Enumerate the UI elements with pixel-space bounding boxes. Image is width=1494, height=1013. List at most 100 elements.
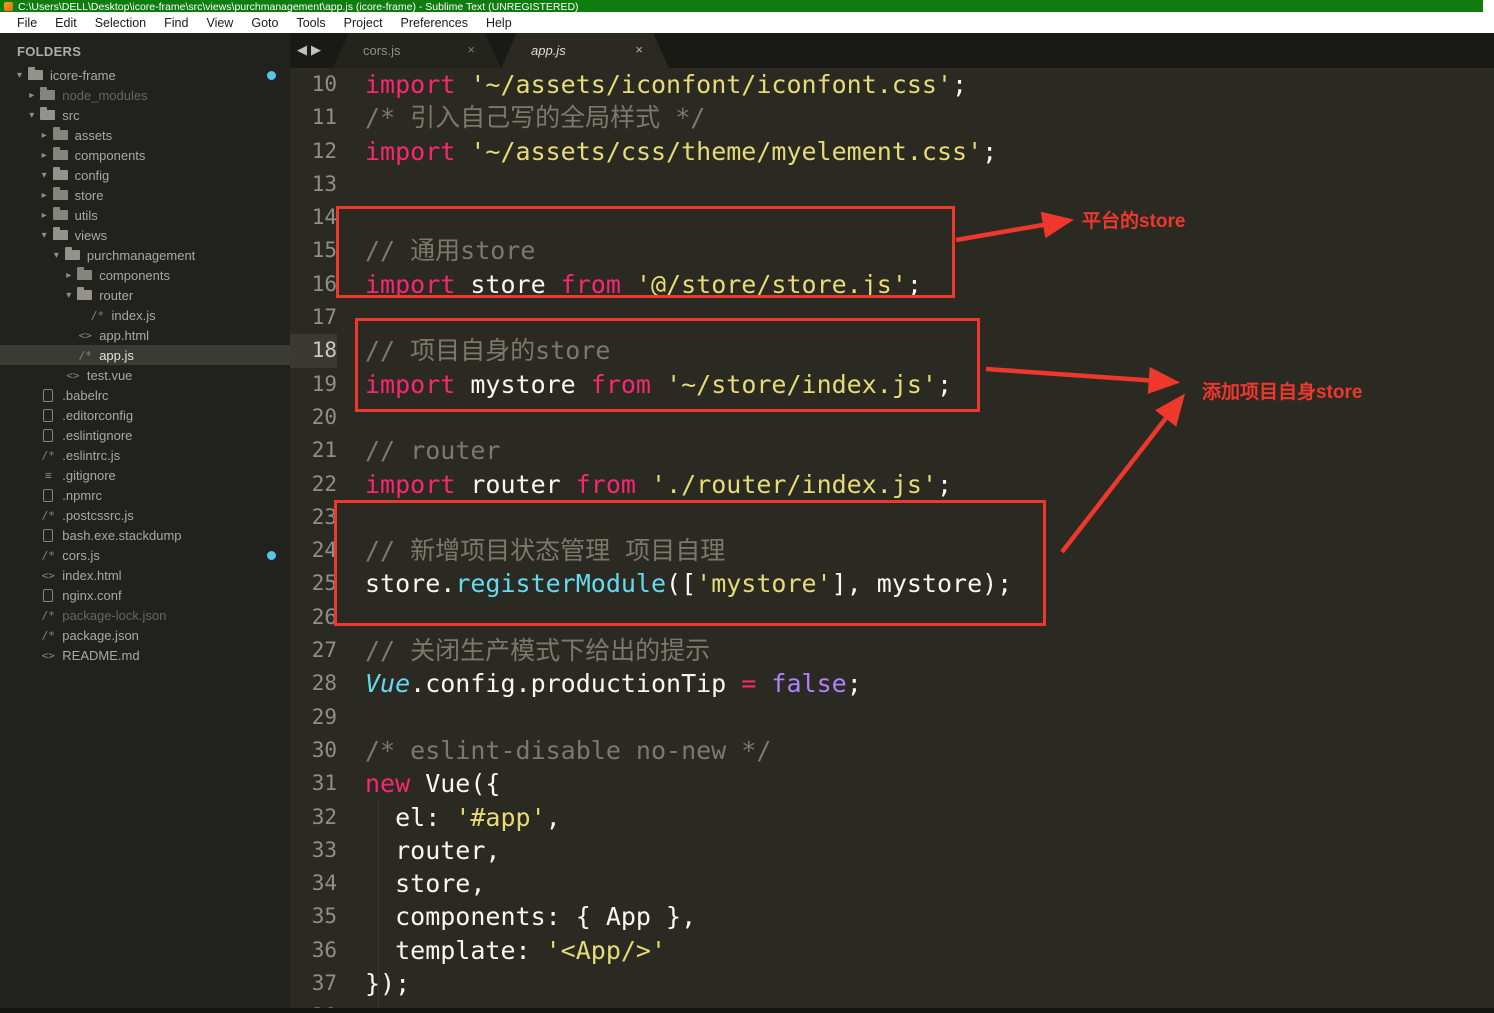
chevron-right-icon: ▸ [66, 270, 77, 281]
sidebar-item-bash-exe-stackdump[interactable]: bash.exe.stackdump [0, 525, 290, 545]
sidebar-item-purchmanagement[interactable]: ▾purchmanagement [0, 245, 290, 265]
sidebar-item-index-js[interactable]: /*index.js [0, 305, 290, 325]
sidebar-item-label: cors.js [62, 548, 100, 563]
sidebar-item-label: .postcssrc.js [62, 508, 134, 523]
sidebar-item--eslintrc-js[interactable]: /*.eslintrc.js [0, 445, 290, 465]
tab-close-icon[interactable]: × [467, 42, 475, 57]
code-text [337, 168, 365, 201]
js-file-icon: /* [40, 629, 56, 642]
plain-file-icon [43, 529, 53, 542]
sidebar-item--editorconfig[interactable]: .editorconfig [0, 405, 290, 425]
sidebar-item-cors-js[interactable]: /* cors.js [0, 545, 290, 565]
menu-bar: FileEditSelectionFindViewGotoToolsProjec… [0, 12, 1494, 33]
sidebar-item-label: index.html [62, 568, 121, 583]
sidebar-item-config[interactable]: ▾config [0, 165, 290, 185]
code-lines: 10import '~/assets/iconfont/iconfont.css… [290, 68, 1494, 1008]
code-editor[interactable]: 10import '~/assets/iconfont/iconfont.css… [290, 68, 1494, 1008]
code-text: // 通用store [337, 234, 535, 267]
nav-forward-icon[interactable]: ▶ [311, 42, 321, 58]
code-text: // router [337, 434, 500, 467]
folder-icon [40, 90, 55, 100]
sidebar-item-index-html[interactable]: <>index.html [0, 565, 290, 585]
menu-item-goto[interactable]: Goto [242, 14, 287, 32]
code-text: store.registerModule(['mystore'], mystor… [337, 567, 1012, 600]
sidebar-item-store[interactable]: ▸store [0, 185, 290, 205]
modified-dot-icon [267, 71, 276, 80]
sidebar-item--gitignore[interactable]: ≡.gitignore [0, 465, 290, 485]
line-number: 27 [290, 634, 337, 667]
line-number: 23 [290, 501, 337, 534]
folder-icon [53, 150, 68, 160]
sidebar-item-nginx-conf[interactable]: nginx.conf [0, 585, 290, 605]
menu-item-help[interactable]: Help [477, 14, 521, 32]
folder-icon [77, 290, 92, 300]
chevron-right-icon: ▸ [42, 190, 53, 201]
sidebar-item-src[interactable]: ▾src [0, 105, 290, 125]
sidebar-item-app-js[interactable]: /*app.js [0, 345, 290, 365]
folder-icon [53, 130, 68, 140]
sidebar-item--babelrc[interactable]: .babelrc [0, 385, 290, 405]
menu-item-view[interactable]: View [197, 14, 242, 32]
folder-icon [53, 210, 68, 220]
sidebar-item-app-html[interactable]: <>app.html [0, 325, 290, 345]
code-text: /* eslint-disable no-new */ [337, 734, 771, 767]
plain-file-icon [43, 409, 53, 422]
tab-bar: ◀ ▶ cors.js×app.js× [290, 33, 1494, 68]
menu-item-tools[interactable]: Tools [287, 14, 334, 32]
code-line: 36 template: '<App/>' [290, 934, 1494, 967]
sidebar-item-components[interactable]: ▸ components [0, 145, 290, 165]
code-text [337, 201, 365, 234]
sidebar-item-assets[interactable]: ▸assets [0, 125, 290, 145]
sidebar-item-test-vue[interactable]: <>test.vue [0, 365, 290, 385]
line-number: 24 [290, 534, 337, 567]
folder-icon [77, 270, 92, 280]
tab-app-js[interactable]: app.js× [501, 33, 669, 68]
sidebar-item-label: components [75, 148, 146, 163]
folders-heading: FOLDERS [0, 33, 290, 65]
sidebar-item--npmrc[interactable]: .npmrc [0, 485, 290, 505]
sidebar-item-router[interactable]: ▾router [0, 285, 290, 305]
chevron-down-icon: ▾ [66, 290, 77, 301]
line-number: 21 [290, 434, 337, 467]
sidebar-item-label: .npmrc [62, 488, 102, 503]
line-number: 34 [290, 867, 337, 900]
code-text: }); [337, 967, 410, 1000]
menu-item-selection[interactable]: Selection [86, 14, 155, 32]
tab-close-icon[interactable]: × [635, 42, 643, 57]
plain-file-icon [43, 489, 53, 502]
menu-item-preferences[interactable]: Preferences [392, 14, 477, 32]
sidebar-item--eslintignore[interactable]: .eslintignore [0, 425, 290, 445]
nav-back-icon[interactable]: ◀ [297, 42, 307, 58]
sidebar-item-package-json[interactable]: /*package.json [0, 625, 290, 645]
sidebar-item-label: .gitignore [62, 468, 115, 483]
sidebar-item-utils[interactable]: ▸utils [0, 205, 290, 225]
sidebar-item-components[interactable]: ▸components [0, 265, 290, 285]
menu-item-project[interactable]: Project [335, 14, 392, 32]
js-file-icon: /* [40, 549, 56, 562]
plain-file-icon [43, 429, 53, 442]
code-line: 33 router, [290, 834, 1494, 867]
sidebar-item-views[interactable]: ▾views [0, 225, 290, 245]
line-number: 26 [290, 601, 337, 634]
sidebar-item-package-lock-json[interactable]: /* package-lock.json [0, 605, 290, 625]
menu-item-find[interactable]: Find [155, 14, 197, 32]
chevron-right-icon: ▸ [42, 150, 53, 161]
sidebar-item-icore-frame[interactable]: ▾icore-frame [0, 65, 290, 85]
markup-file-icon: <> [65, 369, 81, 382]
sidebar-item-label: nginx.conf [62, 588, 121, 603]
sidebar-item-readme-md[interactable]: <>README.md [0, 645, 290, 665]
sidebar-item-label: package-lock.json [62, 608, 166, 623]
js-file-icon: /* [90, 309, 106, 322]
line-number: 22 [290, 468, 337, 501]
line-number: 19 [290, 368, 337, 401]
menu-item-edit[interactable]: Edit [46, 14, 86, 32]
folder-icon [53, 170, 68, 180]
tab-navigation: ◀ ▶ [297, 42, 321, 58]
js-file-icon: /* [40, 609, 56, 622]
tab-cors-js[interactable]: cors.js× [333, 33, 501, 68]
menu-item-file[interactable]: File [8, 14, 46, 32]
sidebar-item--postcssrc-js[interactable]: /*.postcssrc.js [0, 505, 290, 525]
code-text: Vue.config.productionTip = false; [337, 667, 862, 700]
sidebar-item-node-modules[interactable]: ▸node_modules [0, 85, 290, 105]
line-number: 16 [290, 268, 337, 301]
